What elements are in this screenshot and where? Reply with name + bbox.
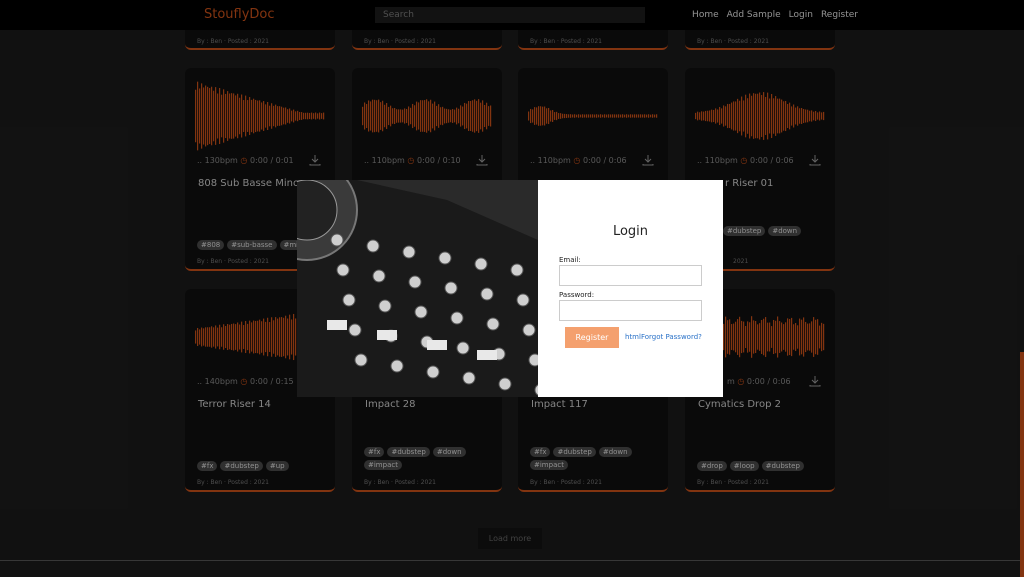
password-field[interactable] — [559, 300, 702, 321]
dj-mixer-image — [297, 180, 538, 397]
mixer-illustration — [297, 180, 538, 397]
login-modal: Login Email: Password: Register htmlForg… — [297, 180, 723, 397]
email-label: Email: — [559, 256, 581, 264]
login-form: Login Email: Password: Register htmlForg… — [538, 180, 723, 397]
login-title: Login — [612, 224, 649, 239]
password-label: Password: — [559, 291, 595, 299]
register-button[interactable]: Register — [565, 327, 619, 348]
email-field[interactable] — [559, 265, 702, 286]
forgot-password-link[interactable]: htmlForgot Password? — [625, 333, 702, 341]
